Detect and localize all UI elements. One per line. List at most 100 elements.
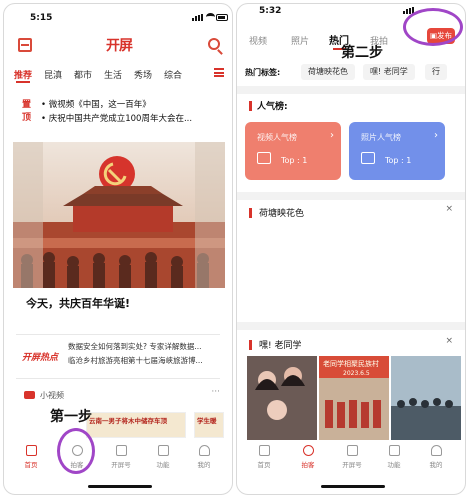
status-time: 5:32 xyxy=(259,6,282,16)
nav-label: 我的 xyxy=(429,461,443,469)
signal-icon xyxy=(192,14,204,21)
lotus-section-title: 荷塘映花色 xyxy=(259,209,305,219)
card-title: 照片人气榜 xyxy=(361,133,401,142)
photo-thumb[interactable] xyxy=(247,356,317,440)
group-photo-icon: 老同学相聚民族村 2023.6.5 xyxy=(319,356,389,440)
divider xyxy=(16,378,220,379)
group-photo-icon xyxy=(247,356,317,440)
nav-function[interactable]: 功能 xyxy=(148,445,178,469)
tab-kundian[interactable]: 昆滇 xyxy=(44,68,62,81)
battery-icon xyxy=(216,14,228,21)
image-icon xyxy=(361,152,375,164)
video-ranking-card[interactable]: 视频人气榜 › Top : 1 xyxy=(245,122,341,180)
home-indicator xyxy=(321,485,385,488)
nav-label: 功能 xyxy=(156,461,170,469)
classmate-section-title: 嘿! 老同学 xyxy=(259,341,302,351)
more-icon[interactable]: ··· xyxy=(211,387,220,397)
home-icon xyxy=(258,445,270,456)
section-bar-icon xyxy=(249,101,252,111)
svg-text:2023.6.5: 2023.6.5 xyxy=(343,370,370,377)
tab-city[interactable]: 都市 xyxy=(74,68,92,81)
celebration-illustration xyxy=(13,142,225,288)
tag-chip[interactable]: 嘿! 老同学 xyxy=(363,64,415,80)
group-photo-icon xyxy=(391,356,461,440)
screenshot-stage: 5:15 开屏 推荐 昆滇 都市 生活 秀场 综合 置顶 • 微视频《中国，这一… xyxy=(0,0,470,500)
card-title: 视频人气榜 xyxy=(257,133,297,142)
nav-home[interactable]: 首页 xyxy=(249,445,279,469)
status-bar: 5:15 xyxy=(4,4,232,26)
hero-caption[interactable]: 今天，共庆百年华诞! xyxy=(26,295,130,311)
video-thumb[interactable]: 云南一男子将木中储存车顶 xyxy=(86,412,186,438)
video-thumb[interactable]: 学生暖 xyxy=(194,412,224,438)
close-icon[interactable]: × xyxy=(445,204,453,214)
hot-tags-row: 热门标签: 荷塘映花色 嘿! 老同学 行 xyxy=(245,64,465,80)
nav-label: 我的 xyxy=(197,461,211,469)
nav-home[interactable]: 首页 xyxy=(16,445,46,469)
step-two-annotation: 第二步 xyxy=(341,45,383,61)
function-icon xyxy=(388,445,400,456)
nav-label: 开屏号 xyxy=(111,461,131,469)
grid-icon xyxy=(346,445,358,456)
search-icon[interactable] xyxy=(208,38,220,50)
pinned-item[interactable]: • 庆祝中国共产党成立100周年大会在... xyxy=(41,112,226,126)
hot-news-item[interactable]: 数据安全如何落到实处? 专家详解数据... xyxy=(68,340,224,354)
pinned-list: • 微视频《中国，这一百年》 • 庆祝中国共产党成立100周年大会在... xyxy=(41,98,226,126)
section-gap xyxy=(237,86,465,94)
hot-news-logo: 开屏热点 xyxy=(22,353,59,363)
tab-video[interactable]: 视频 xyxy=(249,34,267,47)
nav-profile[interactable]: 我的 xyxy=(189,445,219,469)
nav-kaipinghao[interactable]: 开屏号 xyxy=(106,445,136,469)
hot-tags-label: 热门标签: xyxy=(245,68,281,77)
play-icon xyxy=(302,445,314,456)
short-video-title: 小视频 xyxy=(40,391,64,400)
nav-profile[interactable]: 我的 xyxy=(421,445,451,469)
step-one-annotation: 第一步 xyxy=(50,409,92,425)
photo-thumb[interactable] xyxy=(391,356,461,440)
tab-recommend[interactable]: 推荐 xyxy=(14,68,32,81)
hot-news-list: 数据安全如何落到实处? 专家详解数据... 临沧乡村旅游亮相第十七届海峡旅游博.… xyxy=(68,340,224,368)
scan-icon[interactable] xyxy=(18,38,32,52)
phone-paike-screen: 5:32 视频 照片 热门 我拍 ▣发布 第二步 热门标签: 荷塘映花色 嘿! … xyxy=(236,3,466,495)
card-top: Top : 1 xyxy=(385,156,412,165)
pinned-item[interactable]: • 微视频《中国，这一百年》 xyxy=(41,98,226,112)
nav-label: 开屏号 xyxy=(342,461,362,469)
section-gap xyxy=(237,192,465,200)
bottom-nav: 首页 拍客 开屏号 功能 我的 xyxy=(237,442,465,482)
step-one-highlight xyxy=(57,428,95,474)
home-indicator xyxy=(88,485,152,488)
video-icon xyxy=(24,391,35,399)
hero-image[interactable] xyxy=(13,142,225,288)
tag-chip[interactable]: 行 xyxy=(425,64,447,80)
photo-thumb[interactable]: 老同学相聚民族村 2023.6.5 xyxy=(319,356,389,440)
classmate-photos: 老同学相聚民族村 2023.6.5 xyxy=(247,356,465,440)
menu-icon[interactable] xyxy=(214,68,224,77)
photo-ranking-card[interactable]: 照片人气榜 › Top : 1 xyxy=(349,122,445,180)
section-bar-icon xyxy=(249,340,252,350)
section-gap xyxy=(237,322,465,330)
hot-news-item[interactable]: 临沧乡村旅游亮相第十七届海峡旅游博... xyxy=(68,354,224,368)
pinned-label: 置顶 xyxy=(22,100,32,123)
chevron-right-icon: › xyxy=(434,130,438,141)
nav-kaipinghao[interactable]: 开屏号 xyxy=(337,445,367,469)
wifi-icon xyxy=(206,13,215,21)
profile-icon xyxy=(430,445,442,456)
app-header: 开屏 xyxy=(4,34,232,58)
tab-general[interactable]: 综合 xyxy=(164,68,182,81)
tab-show[interactable]: 秀场 xyxy=(134,68,152,81)
close-icon[interactable]: × xyxy=(445,336,453,346)
channel-tabs: 推荐 昆滇 都市 生活 秀场 综合 xyxy=(12,66,228,84)
tab-photo[interactable]: 照片 xyxy=(291,34,309,47)
tab-life[interactable]: 生活 xyxy=(104,68,122,81)
card-top: Top : 1 xyxy=(281,156,308,165)
tag-chip[interactable]: 荷塘映花色 xyxy=(301,64,355,80)
nav-label: 首页 xyxy=(257,461,271,469)
step-two-highlight xyxy=(403,8,463,46)
video-icon xyxy=(257,152,271,164)
nav-paike[interactable]: 拍客 xyxy=(293,445,323,469)
divider xyxy=(16,334,220,335)
phone-home-screen: 5:15 开屏 推荐 昆滇 都市 生活 秀场 综合 置顶 • 微视频《中国，这一… xyxy=(3,3,233,495)
status-time: 5:15 xyxy=(30,13,53,23)
nav-function[interactable]: 功能 xyxy=(379,445,409,469)
function-icon xyxy=(157,445,169,456)
svg-text:老同学相聚民族村: 老同学相聚民族村 xyxy=(323,359,379,368)
